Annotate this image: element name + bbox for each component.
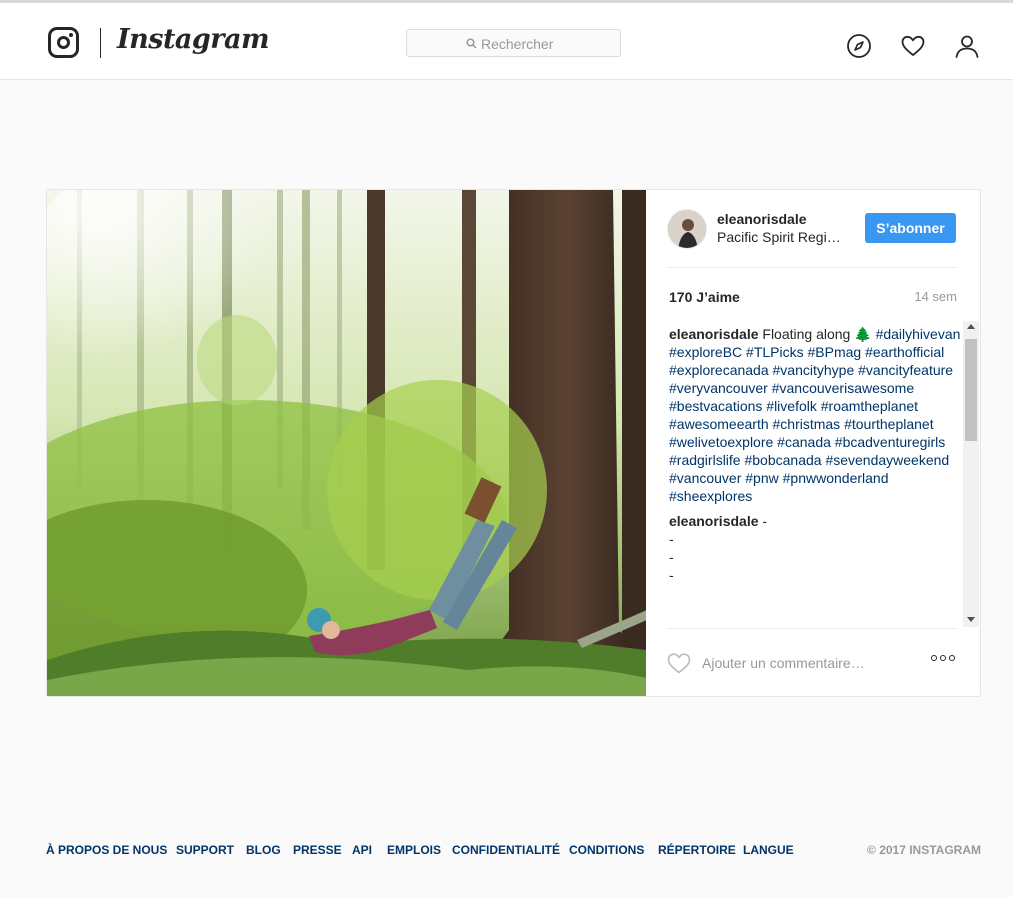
more-options-icon[interactable]: [931, 655, 955, 661]
follow-button[interactable]: S’abonner: [865, 213, 956, 243]
profile-icon[interactable]: [954, 33, 980, 59]
forest-photo-image: [47, 190, 646, 696]
instagram-wordmark[interactable]: Instagram: [117, 24, 270, 55]
add-comment-input[interactable]: [702, 652, 912, 674]
footer-link-support[interactable]: SUPPORT: [176, 843, 234, 857]
avatar[interactable]: [667, 209, 707, 249]
comment-line: -: [669, 549, 674, 565]
footer-link-terms[interactable]: CONDITIONS: [569, 843, 644, 857]
scrollbar-thumb[interactable]: [965, 339, 977, 441]
comment-text: -: [762, 513, 768, 529]
comment-author[interactable]: eleanorisdale: [669, 513, 759, 529]
comments-scrollbar[interactable]: [963, 321, 979, 627]
footer-link-privacy[interactable]: CONFIDENTIALITÉ: [452, 843, 560, 857]
scroll-up-arrow-icon[interactable]: [967, 324, 975, 329]
compass-icon[interactable]: [846, 33, 872, 59]
like-heart-icon[interactable]: [667, 652, 691, 674]
caption-author[interactable]: eleanorisdale: [669, 326, 759, 342]
footer-link-language[interactable]: LANGUE: [743, 843, 794, 857]
comment-line: -: [669, 531, 674, 547]
instagram-camera-icon[interactable]: [48, 27, 79, 58]
divider: [667, 628, 957, 629]
post-photo[interactable]: [47, 190, 646, 696]
footer-link-press[interactable]: PRESSE: [293, 843, 342, 857]
search-input[interactable]: [481, 34, 611, 54]
comments-list: eleanorisdale Floating along 🌲 #dailyhiv…: [669, 325, 969, 627]
footer: À PROPOS DE NOUS SUPPORT BLOG PRESSE API…: [46, 843, 981, 859]
copyright-text: © 2017 INSTAGRAM: [867, 843, 981, 857]
footer-link-api[interactable]: API: [352, 843, 372, 857]
top-navigation-bar: Instagram: [0, 3, 1013, 80]
post-sidebar: eleanorisdale Pacific Spirit Regi… S’abo…: [646, 190, 980, 696]
search-box[interactable]: [406, 29, 621, 57]
caption: eleanorisdale Floating along 🌲 #dailyhiv…: [669, 325, 969, 505]
heart-icon[interactable]: [900, 33, 926, 59]
footer-link-directory[interactable]: RÉPERTOIRE: [658, 843, 736, 857]
divider: [667, 267, 957, 268]
caption-text: Floating along 🌲: [762, 326, 872, 342]
footer-link-jobs[interactable]: EMPLOIS: [387, 843, 441, 857]
search-icon: [466, 38, 477, 49]
caption-hashtags[interactable]: #dailyhivevan #exploreBC #TLPicks #BPmag…: [669, 326, 960, 504]
post-timestamp[interactable]: 14 sem: [914, 289, 957, 304]
comment-line: -: [669, 567, 674, 583]
post-card: eleanorisdale Pacific Spirit Regi… S’abo…: [46, 189, 981, 697]
logo-divider: [100, 28, 101, 58]
like-count[interactable]: 170 J’aime: [669, 289, 740, 305]
post-author-username[interactable]: eleanorisdale: [717, 211, 807, 227]
comment-item: eleanorisdale - - - -: [669, 512, 969, 584]
post-location[interactable]: Pacific Spirit Regi…: [717, 229, 843, 245]
footer-link-blog[interactable]: BLOG: [246, 843, 281, 857]
footer-link-about[interactable]: À PROPOS DE NOUS: [46, 843, 167, 857]
scroll-down-arrow-icon[interactable]: [967, 617, 975, 622]
